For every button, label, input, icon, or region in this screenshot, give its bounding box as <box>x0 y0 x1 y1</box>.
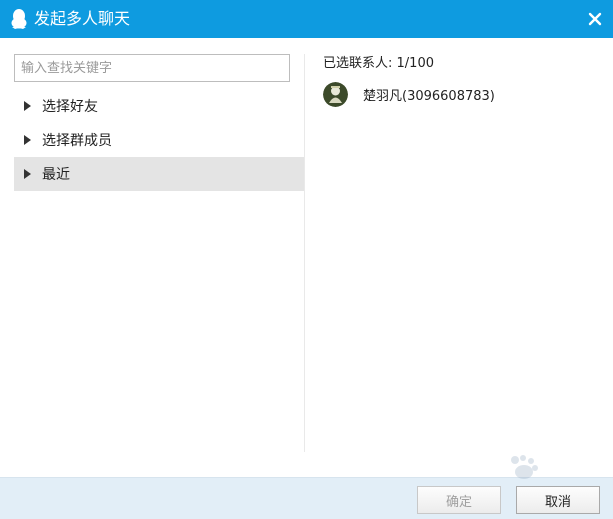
tree-item-label: 选择好友 <box>42 99 98 115</box>
title-bar[interactable]: 发起多人聊天 <box>0 0 613 38</box>
selected-contact[interactable]: 楚羽凡(3096608783) <box>323 82 495 107</box>
tree-item-friends[interactable]: 选择好友 <box>14 89 304 123</box>
tree-item-label: 最近 <box>42 167 70 183</box>
selected-count-row: 已选联系人: 1/100 <box>323 54 603 74</box>
right-panel: 已选联系人: 1/100 楚羽凡(3096608783) <box>323 54 603 107</box>
tree-item-label: 选择群成员 <box>42 133 112 149</box>
contact-name: 楚羽凡(3096608783) <box>363 89 495 104</box>
left-panel: 选择好友 选择群成员 最近 <box>14 54 305 452</box>
expand-arrow-icon[interactable] <box>24 169 31 179</box>
qq-penguin-icon <box>11 9 27 29</box>
close-button[interactable] <box>581 5 609 33</box>
expand-arrow-icon[interactable] <box>24 101 31 111</box>
search-input[interactable] <box>14 54 290 82</box>
selected-count: 1/100 <box>396 56 434 71</box>
tree-item-group-members[interactable]: 选择群成员 <box>14 123 304 157</box>
tree-item-recent[interactable]: 最近 <box>14 157 304 191</box>
watermark-logo <box>511 455 538 479</box>
selected-label: 已选联系人: <box>323 56 393 71</box>
panel-divider <box>304 54 305 452</box>
close-icon <box>588 12 602 26</box>
expand-arrow-icon[interactable] <box>24 135 31 145</box>
window-title: 发起多人聊天 <box>34 9 131 28</box>
contact-source-tree: 选择好友 选择群成员 最近 <box>14 89 304 191</box>
avatar-icon <box>323 82 348 107</box>
